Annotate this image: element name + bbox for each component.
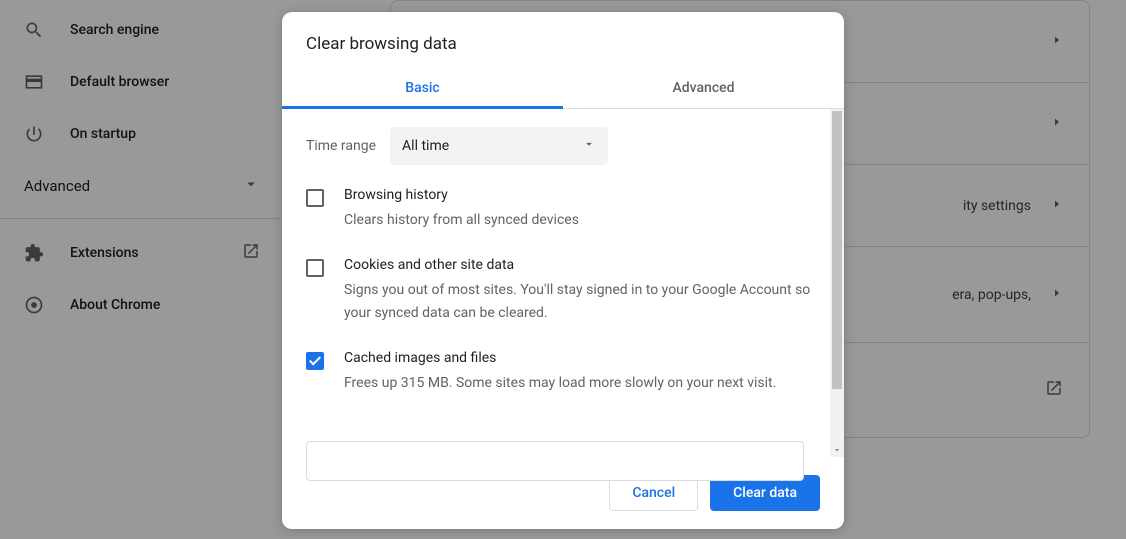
- option-title: Cached images and files: [344, 350, 776, 366]
- option-desc: Clears history from all synced devices: [344, 209, 579, 231]
- partial-lower-box: [306, 441, 804, 453]
- chevron-down-icon: [582, 137, 596, 155]
- option-cookies: Cookies and other site data Signs you ou…: [306, 257, 820, 324]
- tab-basic[interactable]: Basic: [282, 70, 563, 108]
- scrollbar[interactable]: [830, 109, 844, 457]
- option-title: Browsing history: [344, 187, 579, 203]
- scrollbar-thumb[interactable]: [832, 111, 842, 389]
- modal-overlay: Clear browsing data Basic Advanced Time …: [0, 0, 1126, 539]
- checkbox-cached[interactable]: [306, 352, 324, 370]
- dialog-tabs: Basic Advanced: [282, 70, 844, 109]
- option-desc: Frees up 315 MB. Some sites may load mor…: [344, 372, 776, 394]
- scroll-down-arrow[interactable]: [830, 443, 844, 457]
- option-cached: Cached images and files Frees up 315 MB.…: [306, 350, 820, 394]
- time-range-value: All time: [402, 138, 449, 154]
- dialog-title: Clear browsing data: [282, 12, 844, 70]
- time-range-label: Time range: [306, 138, 376, 154]
- tab-advanced[interactable]: Advanced: [563, 70, 844, 108]
- time-range-select[interactable]: All time: [390, 127, 608, 165]
- checkbox-cookies[interactable]: [306, 259, 324, 277]
- option-desc: Signs you out of most sites. You'll stay…: [344, 279, 820, 324]
- clear-browsing-data-dialog: Clear browsing data Basic Advanced Time …: [282, 12, 844, 529]
- checkbox-browsing-history[interactable]: [306, 189, 324, 207]
- option-browsing-history: Browsing history Clears history from all…: [306, 187, 820, 231]
- dialog-body: Time range All time Browsing history Cle…: [282, 109, 844, 457]
- option-title: Cookies and other site data: [344, 257, 820, 273]
